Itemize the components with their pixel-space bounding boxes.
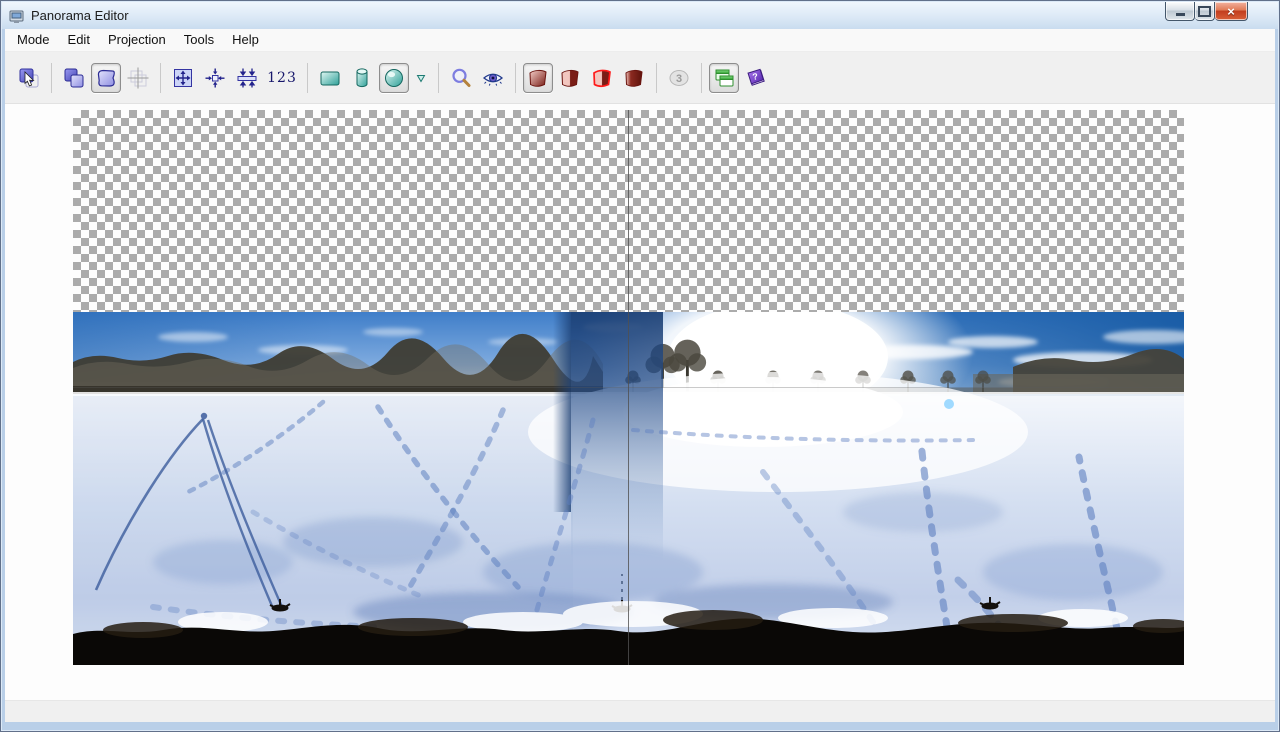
- app-window: Panorama Editor × Mode Edit Projection T…: [0, 0, 1280, 732]
- titlebar[interactable]: Panorama Editor ×: [2, 2, 1278, 29]
- select-tool-button[interactable]: [14, 63, 44, 93]
- menu-item-mode[interactable]: Mode: [5, 29, 59, 51]
- overview-windows-icon: [712, 66, 736, 90]
- center-point-icon: [203, 66, 227, 90]
- numeric-transform-button[interactable]: 123: [264, 63, 300, 93]
- numeric-123-label: 123: [267, 70, 297, 86]
- toolbar-separator: [307, 63, 308, 93]
- eye-icon: [481, 66, 505, 90]
- toolbar-separator: [656, 63, 657, 93]
- close-button[interactable]: ×: [1215, 2, 1248, 21]
- red-quad-split-icon: [558, 66, 582, 90]
- drag-mode-button[interactable]: [168, 63, 198, 93]
- toolbar: 123: [5, 52, 1275, 104]
- polygon-icon: [94, 66, 118, 90]
- maximize-button[interactable]: [1195, 2, 1215, 21]
- magnifier-icon: [449, 66, 473, 90]
- pan-arrows-icon: [171, 66, 195, 90]
- maximize-icon: [1198, 6, 1211, 17]
- projection-rectilinear-button[interactable]: [315, 63, 345, 93]
- toolbar-separator: [701, 63, 702, 93]
- red-quad-outlined-icon: [590, 66, 614, 90]
- red-quad-icon: [526, 66, 550, 90]
- stacked-images-button[interactable]: [59, 63, 89, 93]
- dropdown-triangle-icon: [414, 71, 428, 85]
- menu-item-tools[interactable]: Tools: [175, 29, 223, 51]
- editor-canvas[interactable]: [5, 104, 1275, 700]
- image-count-button[interactable]: 3: [664, 63, 694, 93]
- grid-overlay-button[interactable]: [123, 63, 153, 93]
- grid-crosshair-icon: [126, 66, 150, 90]
- display-mode-split-button[interactable]: [555, 63, 585, 93]
- toolbar-separator: [160, 63, 161, 93]
- zoom-tool-button[interactable]: [446, 63, 476, 93]
- help-button[interactable]: ?: [741, 63, 771, 93]
- caption-buttons: ×: [1165, 2, 1248, 21]
- help-book-icon: ?: [744, 66, 768, 90]
- polygon-mode-button[interactable]: [91, 63, 121, 93]
- minimize-button[interactable]: [1165, 2, 1195, 21]
- overview-window-button[interactable]: [709, 63, 739, 93]
- panorama-block: [73, 110, 1184, 665]
- red-quad-dark-icon: [622, 66, 646, 90]
- toolbar-separator: [515, 63, 516, 93]
- app-icon: [9, 8, 25, 24]
- sphere-projection-icon: [382, 66, 406, 90]
- center-panorama-button[interactable]: [200, 63, 230, 93]
- display-mode-dark-button[interactable]: [619, 63, 649, 93]
- toolbar-separator: [51, 63, 52, 93]
- menu-item-edit[interactable]: Edit: [59, 29, 99, 51]
- toolbar-separator: [438, 63, 439, 93]
- cylinder-projection-icon: [350, 66, 374, 90]
- close-icon: ×: [1227, 4, 1235, 19]
- client-area: Mode Edit Projection Tools Help: [5, 29, 1275, 722]
- center-vertical-guide: [628, 110, 629, 665]
- projection-cylindrical-button[interactable]: [347, 63, 377, 93]
- select-arrow-icon: [17, 66, 41, 90]
- rectangle-projection-icon: [318, 66, 342, 90]
- window-title: Panorama Editor: [31, 8, 129, 23]
- display-mode-normal-button[interactable]: [523, 63, 553, 93]
- bottom-strip: [5, 700, 1275, 722]
- svg-text:3: 3: [676, 73, 682, 85]
- fit-panorama-button[interactable]: [232, 63, 262, 93]
- menu-item-help[interactable]: Help: [223, 29, 268, 51]
- display-mode-outlined-button[interactable]: [587, 63, 617, 93]
- projection-equirectangular-button[interactable]: [379, 63, 409, 93]
- projection-dropdown-button[interactable]: [411, 63, 431, 93]
- menubar: Mode Edit Projection Tools Help: [5, 29, 1275, 52]
- count-badge: 3: [667, 66, 691, 90]
- stacked-layers-icon: [62, 66, 86, 90]
- preview-toggle-button[interactable]: [478, 63, 508, 93]
- menu-item-projection[interactable]: Projection: [99, 29, 175, 51]
- minimize-icon: [1176, 13, 1185, 16]
- fit-height-icon: [235, 66, 259, 90]
